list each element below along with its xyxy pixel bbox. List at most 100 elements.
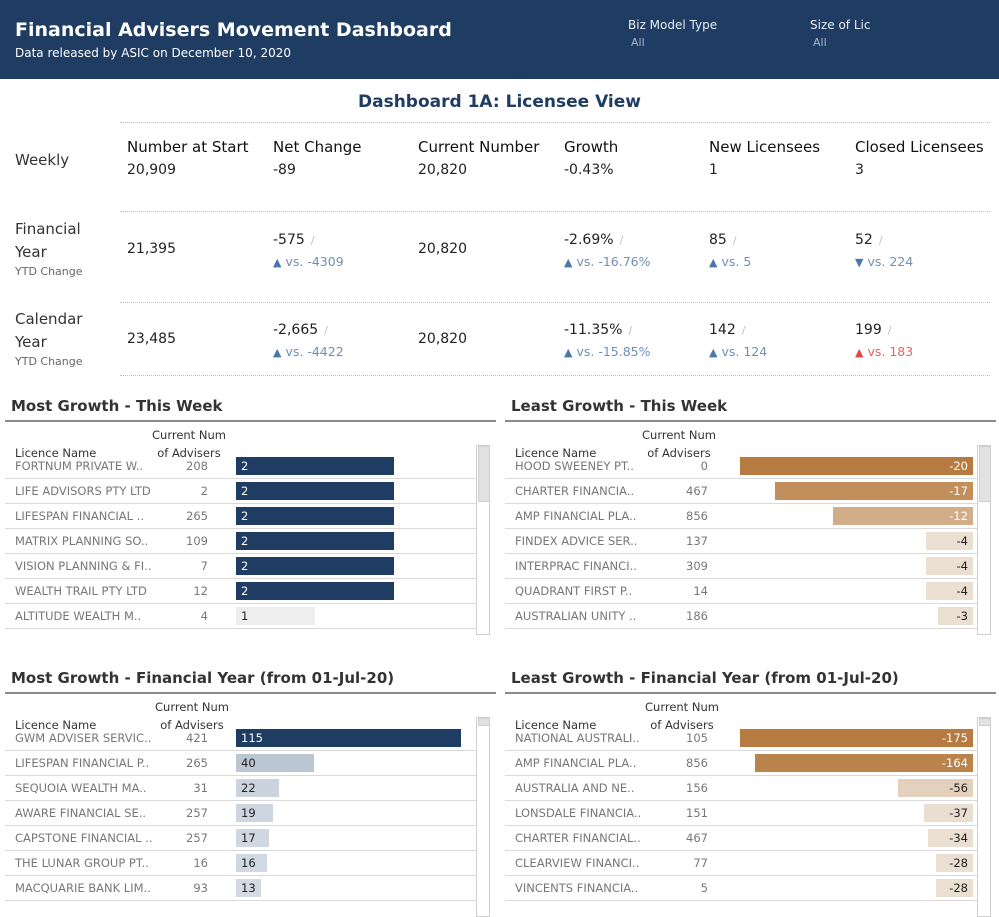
growth-value: 2 [241,559,249,573]
table-row[interactable]: INTERPRAC FINANCI.. 309 -4 [505,554,979,579]
licence-name: CHARTER FINANCIA.. [515,484,635,498]
licence-name: VINCENTS FINANCIA.. [515,881,639,895]
growth-value: -164 [941,756,968,770]
current-advisers: 421 [186,731,208,745]
table-row[interactable]: AMP FINANCIAL PLA.. 856 -12 [505,504,979,529]
table-row[interactable]: FINDEX ADVICE SER.. 137 -4 [505,529,979,554]
table-row[interactable]: HOOD SWEENEY PT.. 0 -20 [505,454,979,479]
col-closed-licensees: Closed Licensees [855,138,984,156]
licence-name: WEALTH TRAIL PTY LTD [15,584,147,598]
table-row[interactable]: CHARTER FINANCIA.. 467 -17 [505,479,979,504]
table-row[interactable]: LIFE ADVISORS PTY LTD 2 2 [5,479,479,504]
table-row[interactable]: CHARTER FINANCIAL.. 467 -34 [505,826,979,851]
table-row[interactable]: QUADRANT FIRST P.. 14 -4 [505,579,979,604]
current-advisers: 265 [186,756,208,770]
divider [120,302,990,303]
licence-name: NATIONAL AUSTRALI.. [515,731,640,745]
col-number-at-start: Number at Start [127,138,249,156]
table-row[interactable]: SEQUOIA WEALTH MA.. 31 22 [5,776,479,801]
row-divider [5,628,479,629]
fy-closed-licensees-comparison: ▼ vs. 224 [855,254,914,269]
table-row[interactable]: THE LUNAR GROUP PT.. 16 16 [5,851,479,876]
licence-name: LIFE ADVISORS PTY LTD [15,484,151,498]
scrollbar-thumb[interactable] [478,718,490,726]
scrollbar-thumb[interactable] [979,718,991,726]
up-arrow-icon: ▲ [273,256,282,269]
growth-bar: -20 [740,457,973,475]
cy-new-licensees-comparison: ▲ vs. 124 [709,344,768,359]
cy-label-line2: Year [15,333,47,351]
licence-name: AMP FINANCIAL PLA.. [515,756,637,770]
table-row[interactable]: AWARE FINANCIAL SE.. 257 19 [5,801,479,826]
weekly-number-at-start: 20,909 [127,162,176,178]
growth-bar: -175 [740,729,973,747]
growth-bar: -4 [926,582,973,600]
growth-value: 22 [241,781,256,795]
weekly-label: Weekly [15,151,70,169]
col-current-number: Current Number [418,138,540,156]
dashboard-header: Financial Advisers Movement Dashboard Da… [0,0,999,79]
growth-bar: -4 [926,532,973,550]
growth-value: -12 [949,509,968,523]
filter-biz-model-value[interactable]: All [631,36,645,49]
table-row[interactable]: LONSDALE FINANCIA.. 151 -37 [505,801,979,826]
filter-size-value[interactable]: All [813,36,827,49]
table-row[interactable]: LIFESPAN FINANCIAL .. 265 2 [5,504,479,529]
current-advisers: 4 [200,609,208,623]
growth-bar: -12 [833,507,973,525]
scrollbar-thumb[interactable] [478,446,490,502]
growth-value: 19 [241,806,256,820]
scrollbar-thumb[interactable] [979,446,991,502]
fy-new-licensees-comparison: ▲ vs. 5 [709,254,752,269]
growth-bar: -164 [755,754,973,772]
table-row[interactable]: MATRIX PLANNING SO.. 109 2 [5,529,479,554]
fy-net-change: -575/ [273,232,315,248]
scrollbar[interactable] [977,717,991,917]
growth-value: -4 [956,534,968,548]
table-row[interactable]: VISION PLANNING & FI.. 7 2 [5,554,479,579]
growth-value: -28 [949,881,968,895]
licence-name: VISION PLANNING & FI.. [15,559,152,573]
growth-value: -34 [949,831,968,845]
table-row[interactable]: GWM ADVISER SERVIC.. 421 115 [5,726,479,751]
growth-value: 16 [241,856,256,870]
growth-bar: -56 [898,779,973,797]
table-row[interactable]: FORTNUM PRIVATE W.. 208 2 [5,454,479,479]
cy-label-line1: Calendar [15,310,83,328]
licence-name: LONSDALE FINANCIA.. [515,806,642,820]
growth-value: -20 [949,459,968,473]
growth-bar: 2 [236,557,394,575]
growth-bar: 1 [236,607,315,625]
table-row[interactable]: VINCENTS FINANCIA.. 5 -28 [505,876,979,901]
current-advisers: 0 [700,459,708,473]
scrollbar[interactable] [476,717,490,917]
cy-sublabel: YTD Change [15,355,83,368]
table-row[interactable]: ALTITUDE WEALTH M.. 4 1 [5,604,479,629]
up-arrow-icon: ▲ [564,346,573,359]
licence-name: HOOD SWEENEY PT.. [515,459,634,473]
table-row[interactable]: CLEARVIEW FINANCI.. 77 -28 [505,851,979,876]
growth-bar: 2 [236,532,394,550]
filter-size-label: Size of Lic [810,18,871,32]
table-row[interactable]: AMP FINANCIAL PLA.. 856 -164 [505,751,979,776]
scrollbar[interactable] [476,445,490,635]
current-advisers: 265 [186,509,208,523]
scrollbar[interactable] [977,445,991,635]
table-row[interactable]: MACQUARIE BANK LIM.. 93 13 [5,876,479,901]
panel-title: Least Growth - This Week [511,397,728,415]
table-row[interactable]: NATIONAL AUSTRALI.. 105 -175 [505,726,979,751]
licence-name: LIFESPAN FINANCIAL P.. [15,756,150,770]
cy-new-licensees: 142/ [709,322,746,338]
table-row[interactable]: AUSTRALIAN UNITY .. 186 -3 [505,604,979,629]
growth-bar: 2 [236,507,394,525]
licence-name: CLEARVIEW FINANCI.. [515,856,640,870]
table-row[interactable]: AUSTRALIA AND NE.. 156 -56 [505,776,979,801]
dashboard-title: Financial Advisers Movement Dashboard [15,19,452,41]
table-row[interactable]: WEALTH TRAIL PTY LTD 12 2 [5,579,479,604]
row-divider [505,900,979,901]
table-row[interactable]: LIFESPAN FINANCIAL P.. 265 40 [5,751,479,776]
growth-bar: 22 [236,779,279,797]
table-row[interactable]: CAPSTONE FINANCIAL .. 257 17 [5,826,479,851]
current-advisers: 309 [686,559,708,573]
fy-growth-comparison: ▲ vs. -16.76% [564,254,651,269]
